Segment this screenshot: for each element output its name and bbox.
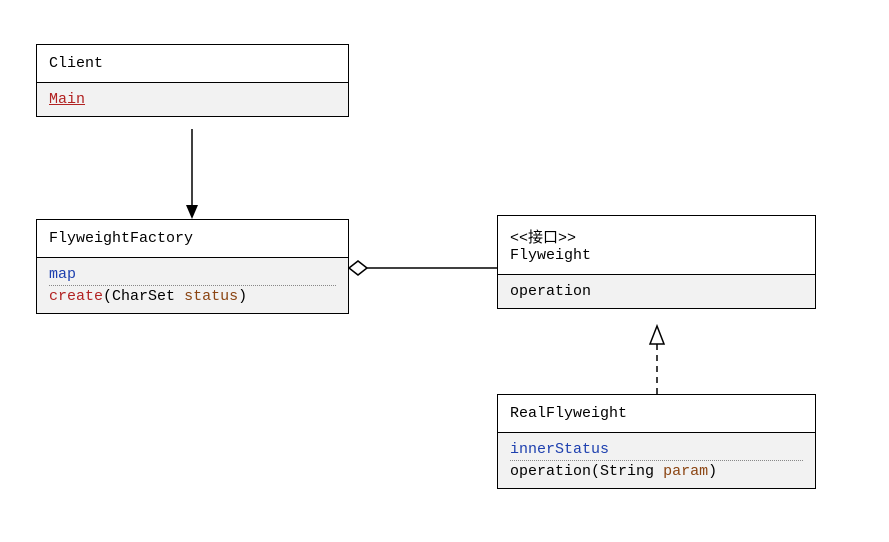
member-real-operation: operation(String param) xyxy=(510,461,803,482)
class-flyweight: <<接口>> Flyweight operation xyxy=(497,215,816,309)
member-map-name: map xyxy=(49,266,76,283)
member-innerstatus-name: innerStatus xyxy=(510,441,609,458)
class-client-name: Client xyxy=(37,45,348,83)
member-innerstatus: innerStatus xyxy=(510,439,803,461)
class-flyweight-stereo: <<接口>> xyxy=(510,226,803,247)
member-operation: operation xyxy=(510,281,803,302)
member-operation-name: operation xyxy=(510,283,591,300)
class-client: Client Main xyxy=(36,44,349,117)
member-create-pname: status xyxy=(184,288,238,305)
member-map: map xyxy=(49,264,336,286)
class-client-members: Main xyxy=(37,83,348,116)
member-create: create(CharSet status) xyxy=(49,286,336,307)
member-main: Main xyxy=(49,89,336,110)
paren-open: ( xyxy=(103,288,112,305)
member-create-ptype: CharSet xyxy=(112,288,175,305)
class-flyweight-name: Flyweight xyxy=(510,247,803,264)
paren-close: ) xyxy=(238,288,247,305)
member-real-operation-pname: param xyxy=(663,463,708,480)
class-factory: FlyweightFactory map create(CharSet stat… xyxy=(36,219,349,314)
conn-client-factory-arrow xyxy=(186,205,198,219)
diamond-icon xyxy=(349,261,367,275)
member-create-name: create xyxy=(49,288,103,305)
paren-close2: ) xyxy=(708,463,717,480)
member-main-name: Main xyxy=(49,91,85,108)
class-factory-members: map create(CharSet status) xyxy=(37,258,348,313)
class-factory-name: FlyweightFactory xyxy=(37,220,348,258)
class-real-name: RealFlyweight xyxy=(498,395,815,433)
class-real-members: innerStatus operation(String param) xyxy=(498,433,815,488)
triangle-icon xyxy=(650,326,664,344)
paren-open2: ( xyxy=(591,463,600,480)
class-real: RealFlyweight innerStatus operation(Stri… xyxy=(497,394,816,489)
class-flyweight-members: operation xyxy=(498,275,815,308)
member-real-operation-name: operation xyxy=(510,463,591,480)
class-flyweight-header: <<接口>> Flyweight xyxy=(498,216,815,275)
member-real-operation-ptype: String xyxy=(600,463,654,480)
